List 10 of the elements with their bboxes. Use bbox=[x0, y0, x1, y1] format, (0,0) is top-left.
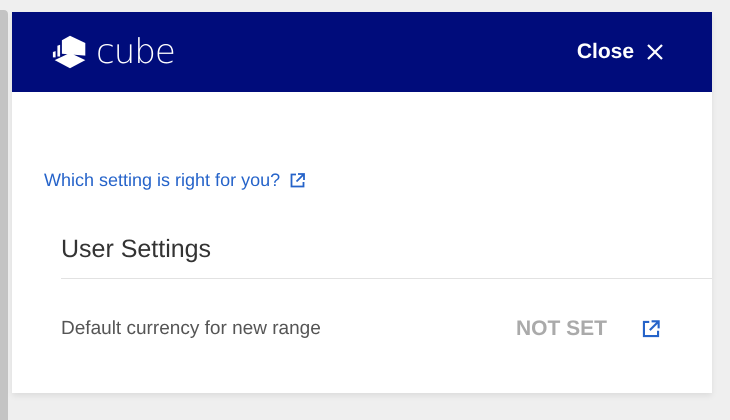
close-icon bbox=[646, 43, 664, 61]
section-title: User Settings bbox=[61, 235, 712, 279]
logo-text: cube bbox=[96, 32, 175, 72]
cube-logo-icon bbox=[52, 34, 88, 70]
setting-value: NOT SET bbox=[516, 317, 607, 341]
setting-label: Default currency for new range bbox=[61, 318, 322, 340]
help-link[interactable]: Which setting is right for you? bbox=[44, 170, 712, 191]
close-button[interactable]: Close bbox=[572, 36, 668, 68]
external-link-icon bbox=[289, 172, 306, 189]
external-link-icon[interactable] bbox=[641, 319, 661, 339]
